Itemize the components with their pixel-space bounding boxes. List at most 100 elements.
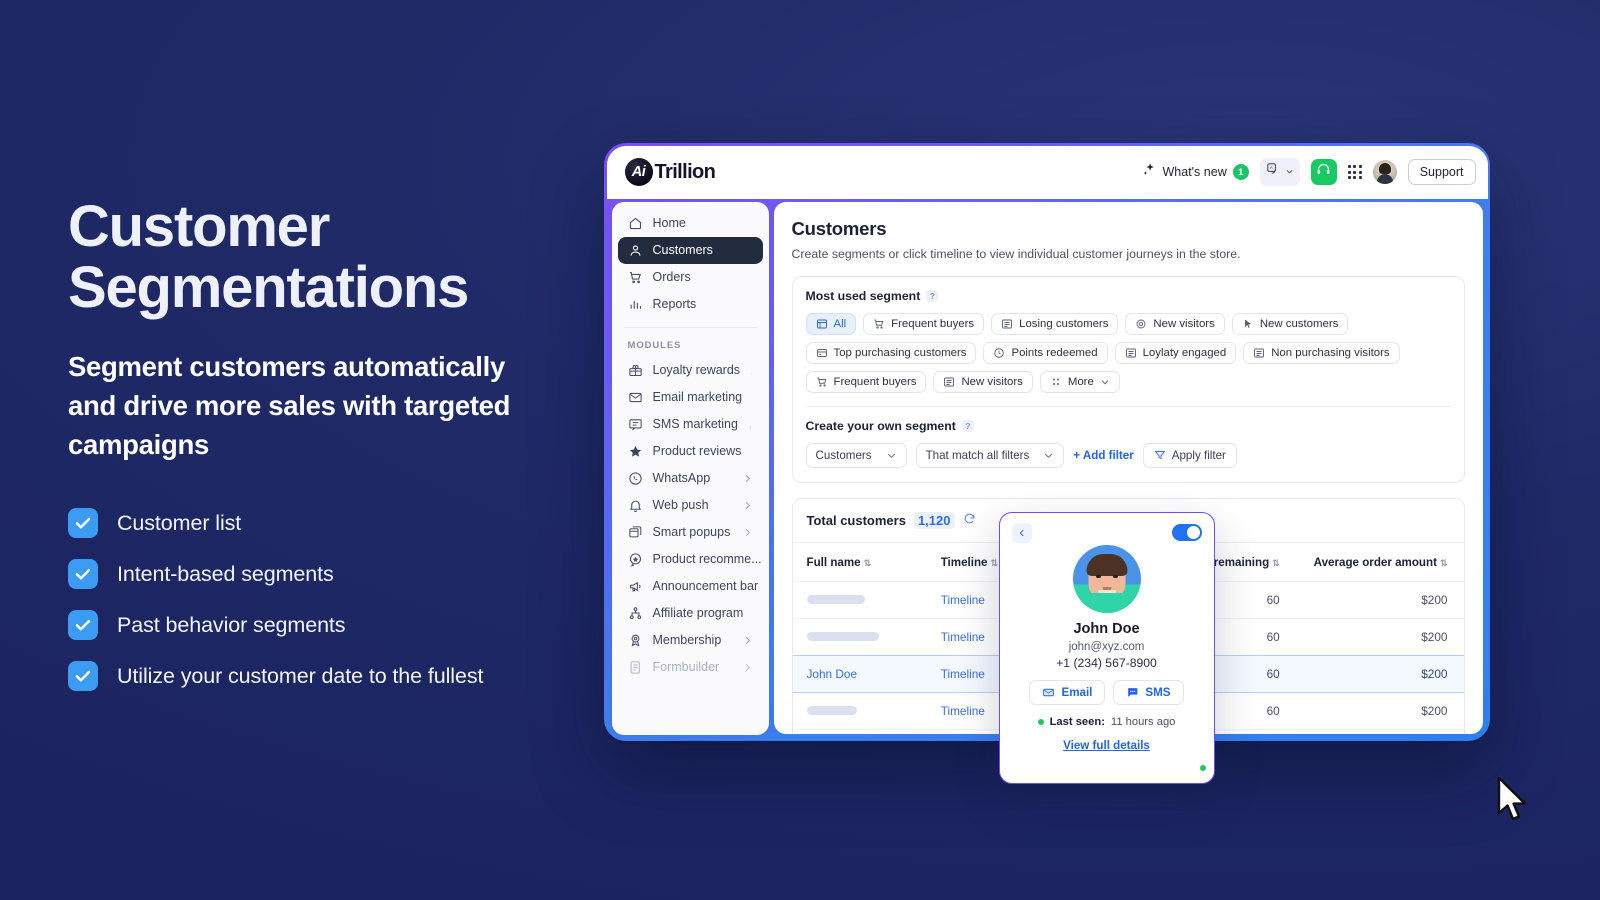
sidebar-item-label: Web push [652,498,709,512]
dots-grid-icon [1052,378,1059,385]
last-seen-status: Last seen: 11 hours ago [1012,716,1202,728]
avatar[interactable] [1372,160,1397,184]
match-filters-select[interactable]: That match all filters [915,442,1065,468]
chevron-right-icon [751,446,753,457]
list-item: Intent-based segments [68,559,588,590]
language-selector[interactable]: A [1259,158,1300,186]
email-button[interactable]: Email [1029,679,1106,705]
cell-avg-order: $200 [1295,654,1464,693]
entity-select[interactable]: Customers [805,442,907,468]
sidebar-item-product-reviews[interactable]: Product reviews [618,438,763,465]
whats-new-button[interactable]: What's new 1 [1142,162,1249,182]
sidebar-item-label: Customers [652,243,713,257]
segment-chip-frequent-buyers[interactable]: Frequent buyers [863,312,985,335]
coin-icon [994,347,1005,358]
profile-avatar [1072,544,1141,613]
cell-avg-order: $200 [1295,691,1464,729]
segment-chip-new-visitors[interactable]: New visitors [1125,312,1225,335]
list-icon [944,377,955,386]
envelope-icon [1043,688,1055,696]
segment-chip-non-purchasing-visitors[interactable]: Non purchasing visitors [1243,341,1400,364]
sidebar-item-web-push[interactable]: Web push [618,492,763,519]
profile-name: John Doe [1073,620,1140,637]
cart-icon [628,270,643,285]
sidebar-item-email-marketing[interactable]: Email marketing [618,384,763,411]
recommend-icon [628,552,643,567]
customer-profile-popup: John Doe john@xyz.com +1 (234) 567-8900 … [998,511,1215,784]
support-headset-button[interactable] [1310,159,1337,185]
sidebar-item-announcement-bar[interactable]: Announcement bar [618,573,763,600]
profile-email: john@xyz.com [1068,640,1145,653]
sidebar-item-label: Home [652,216,686,230]
create-segment-label: Create your own segment ? [806,419,1451,433]
gift-icon [628,363,643,378]
segment-chip-points-redeemed[interactable]: Points redeemed [983,341,1108,364]
popup-icon [628,525,643,540]
sidebar-section-label: MODULES [627,339,682,351]
sidebar-item-affiliate-program[interactable]: Affiliate program [618,600,769,639]
chat-icon [628,417,643,432]
sidebar-item-label: Affiliate program [652,606,744,620]
sidebar-item-customers[interactable]: Customers [617,236,763,264]
target-icon [1136,319,1146,328]
sidebar-item-label: Loyalty rewards [652,363,741,377]
sidebar-item-label: Email marketing [652,390,743,404]
star-icon [628,444,643,459]
label-text: Most used segment [805,288,921,303]
view-full-details-link[interactable]: View full details [1012,739,1202,752]
online-status-dot [1197,762,1208,773]
segment-chip-new-visitors-2[interactable]: New visitors [933,370,1033,393]
sidebar-item-loyalty-rewards[interactable]: Loyalty rewards [618,357,763,384]
sidebar-item-label: SMS marketing [652,417,738,431]
sms-button[interactable]: SMS [1113,679,1184,705]
add-filter-button[interactable]: + Add filter [1073,449,1133,462]
apps-grid-icon[interactable] [1347,165,1362,179]
sidebar-item-orders[interactable]: Orders [618,264,763,291]
refresh-icon[interactable] [963,512,976,528]
segment-chip-more[interactable]: More [1039,370,1120,393]
page-subtitle: Create segments or click timeline to vie… [791,246,1241,261]
segment-chip-all[interactable]: All [805,312,857,335]
cell-full-name [792,728,927,734]
chevron-right-icon [748,419,753,430]
cursor-icon [1244,319,1251,328]
sparkle-icon [1142,162,1157,182]
sidebar-item-reports[interactable]: Reports [618,291,763,318]
total-customers-value: 1,120 [913,511,955,529]
segment-chip-top-purchasing-customers[interactable]: Top purchasing customers [805,341,977,364]
chevron-right-icon [742,635,753,646]
list-item: Past behavior segments [68,610,588,641]
sidebar-item-smart-popups[interactable]: Smart popups [618,519,763,546]
sidebar-item-product-recommendations[interactable]: Product recomme... [618,546,763,573]
sidebar-item-home[interactable]: Home [618,210,763,237]
popup-header [1011,522,1202,543]
help-icon[interactable]: ? [926,289,939,302]
apply-filter-button[interactable]: Apply filter [1142,442,1237,468]
language-translate-icon: A [1266,162,1281,182]
bullet-label: Customer list [117,510,242,535]
profile-phone: +1 (234) 567-8900 [1056,655,1157,670]
back-button[interactable] [1011,522,1032,543]
sms-chat-icon [1128,687,1138,697]
sidebar-item-formbuilder[interactable]: Formbuilder [618,654,763,681]
sidebar-item-whatsapp[interactable]: WhatsApp [618,465,763,492]
segment-chip-losing-customers[interactable]: Losing customers [991,312,1119,335]
segment-chip-frequent-buyers-2[interactable]: Frequent buyers [805,370,927,393]
bullet-label: Utilize your customer date to the fulles… [117,663,484,688]
support-button[interactable]: Support [1407,159,1476,185]
segment-chip-loyalty-engaged[interactable]: Loylaty engaged [1114,341,1237,364]
column-header-full-name[interactable]: Full name ⇅ [793,543,927,582]
column-header-average-order-amount[interactable]: Average order amount ⇅ [1296,543,1464,582]
home-icon [628,216,643,231]
page-subheadline: Segment customers automatically and driv… [68,350,511,461]
sidebar-item-sms-marketing[interactable]: SMS marketing [618,411,763,438]
segment-chip-list: All Frequent buyers Losing customers New… [805,312,1451,393]
app-topbar: Ai Trillion What's new 1 A Support [606,145,1488,199]
segment-chip-new-customers[interactable]: New customers [1231,312,1349,335]
app-logo[interactable]: Ai Trillion [624,158,716,186]
cell-full-name: John Doe [792,654,927,693]
profile-toggle[interactable] [1171,524,1202,541]
cell-avg-order: $200 [1295,728,1464,734]
sidebar-item-membership[interactable]: Membership [618,627,763,654]
help-icon[interactable]: ? [961,419,974,432]
